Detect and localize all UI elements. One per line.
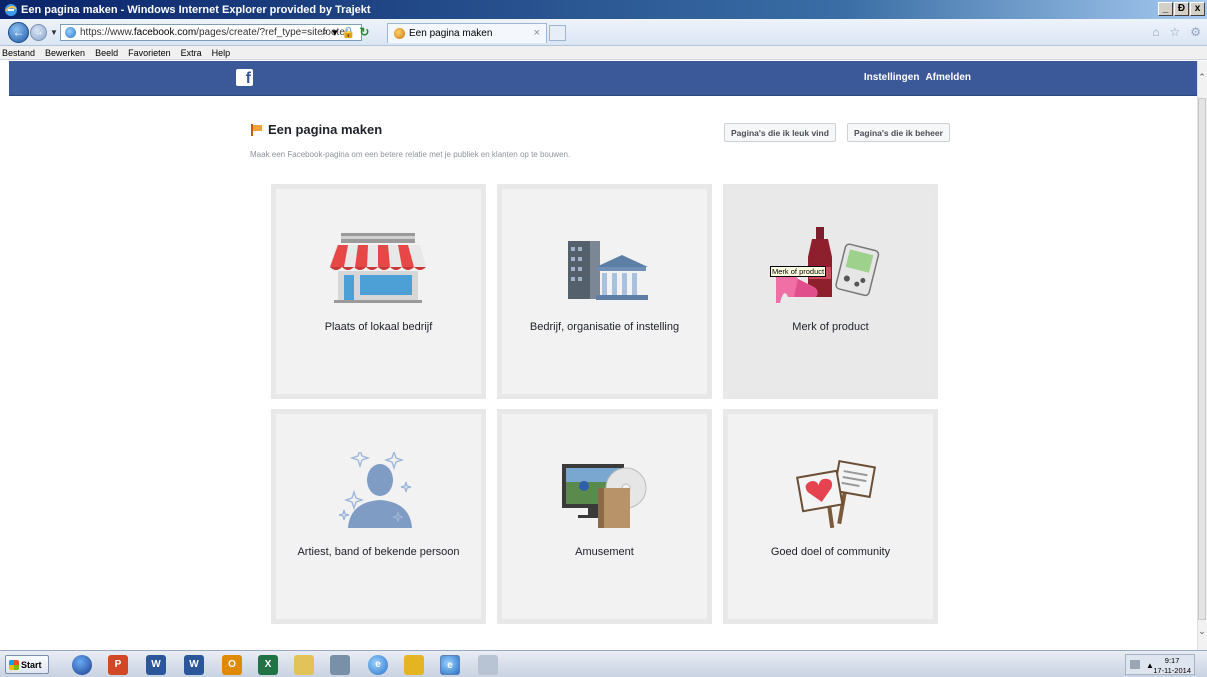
menu-item-bestand[interactable]: Bestand <box>2 48 35 58</box>
facebook-header: f Instellingen Afmelden <box>9 61 1197 96</box>
close-button[interactable]: x <box>1190 2 1205 16</box>
page-subtitle: Maak een Facebook-pagina om een betere r… <box>250 150 571 159</box>
device-icon[interactable] <box>330 655 350 675</box>
tray-clock[interactable]: 9:17 17-11-2014 <box>1153 656 1191 676</box>
entertainment-icon <box>562 464 647 528</box>
security-lock-icon[interactable] <box>404 655 424 675</box>
home-icon[interactable]: ⌂ <box>1152 25 1159 39</box>
menu-item-bewerken[interactable]: Bewerken <box>45 48 85 58</box>
start-button[interactable]: Start <box>5 655 49 674</box>
pages-i-like-button[interactable]: Pagina's die ik leuk vind <box>724 123 836 142</box>
refresh-icon[interactable]: ↻ <box>359 25 369 39</box>
history-dropdown-icon[interactable]: ▼ <box>50 28 58 37</box>
office-building-icon <box>568 241 648 300</box>
tab-close-icon[interactable]: × <box>534 27 540 39</box>
lock-icon[interactable]: 🔒 <box>342 26 356 39</box>
start-label: Start <box>21 659 42 670</box>
favorites-star-icon[interactable]: ☆ <box>1169 25 1180 39</box>
excel-icon[interactable]: X <box>258 655 278 675</box>
ie-active-window-icon[interactable]: e <box>440 655 460 675</box>
window-title: Een pagina maken - Windows Internet Expl… <box>21 3 371 16</box>
powerpoint-icon[interactable]: P <box>108 655 128 675</box>
scroll-up-icon[interactable]: ⌃ <box>1197 72 1207 83</box>
word-icon[interactable]: W <box>146 655 166 675</box>
new-tab-button[interactable] <box>549 25 566 41</box>
tools-gear-icon[interactable]: ⚙ <box>1190 25 1201 39</box>
heart-signs-icon <box>796 459 877 529</box>
word-icon-2[interactable]: W <box>184 655 204 675</box>
clock-date: 17-11-2014 <box>1153 666 1191 675</box>
tooltip: Merk of product <box>770 266 827 277</box>
products-icon <box>776 227 880 303</box>
page-viewport: f Instellingen Afmelden ⌃ ⌄ Een pagina m… <box>0 60 1207 650</box>
menu-item-favorieten[interactable]: Favorieten <box>128 48 171 58</box>
forward-button[interactable]: → <box>30 24 47 41</box>
category-label: Goed doel of community <box>770 546 891 558</box>
category-brand-product[interactable]: Merk of product <box>723 184 938 399</box>
scroll-down-icon[interactable]: ⌄ <box>1197 626 1207 637</box>
restore-button[interactable]: Ɖ <box>1174 2 1189 16</box>
tab-een-pagina-maken[interactable]: Een pagina maken × <box>387 23 547 43</box>
printer-icon[interactable] <box>1130 660 1140 669</box>
menu-item-beeld[interactable]: Beeld <box>95 48 118 58</box>
settings-link[interactable]: Instellingen <box>864 72 920 83</box>
window-controls: _ Ɖ x <box>1158 2 1205 16</box>
back-button[interactable]: ← <box>8 22 29 43</box>
dropdown-icon[interactable]: ▾ <box>332 26 338 39</box>
ie-taskbar-icon[interactable]: e <box>368 655 388 675</box>
category-label: Bedrijf, organisatie of instelling <box>529 321 680 333</box>
facebook-nav: Instellingen Afmelden <box>864 72 971 83</box>
category-artist-band-person[interactable]: Artiest, band of bekende persoon <box>271 409 486 624</box>
person-stars-icon <box>338 452 412 528</box>
address-tools: ⌕ ▾ 🔒 ↻ <box>322 25 369 39</box>
category-label: Merk of product <box>792 321 869 333</box>
facebook-logo-icon[interactable]: f <box>236 69 253 86</box>
storefront-icon <box>330 233 426 303</box>
address-text: https://www.facebook.com/pages/create/?r… <box>80 27 349 38</box>
category-label: Plaats of lokaal bedrijf <box>324 321 433 333</box>
page-title: Een pagina maken <box>268 122 383 137</box>
menu-item-help[interactable]: Help <box>212 48 231 58</box>
internet-explorer-icon <box>5 3 17 16</box>
scrollbar-thumb[interactable] <box>1198 98 1206 620</box>
system-tray: ▲ 9:17 17-11-2014 <box>1125 654 1195 675</box>
page-favicon-icon <box>65 27 76 38</box>
pages-i-manage-button[interactable]: Pagina's die ik beheer <box>847 123 950 142</box>
globe-app-icon[interactable] <box>72 655 92 675</box>
windows-logo-icon <box>9 659 19 670</box>
tab-title: Een pagina maken <box>409 28 493 39</box>
category-entertainment[interactable]: Amusement <box>497 409 712 624</box>
minimize-button[interactable]: _ <box>1158 2 1173 16</box>
category-label: Amusement <box>575 546 634 558</box>
search-icon[interactable]: ⌕ <box>322 26 328 39</box>
clock-time: 9:17 <box>1164 656 1180 665</box>
menu-bar: Bestand Bewerken Beeld Favorieten Extra … <box>0 46 1207 60</box>
category-local-business[interactable]: Plaats of lokaal bedrijf <box>271 184 486 399</box>
taskbar: Start P W W O X e e ▲ 9:17 17-11-2014 <box>0 650 1207 677</box>
outlook-icon[interactable]: O <box>222 655 242 675</box>
category-company-organization[interactable]: Bedrijf, organisatie of instelling <box>497 184 712 399</box>
folder-icon[interactable] <box>294 655 314 675</box>
flag-icon <box>250 123 263 136</box>
browser-navbar: ← → ▼ https://www.facebook.com/pages/cre… <box>0 19 1207 46</box>
category-cause-community[interactable]: Goed doel of community <box>723 409 938 624</box>
logout-link[interactable]: Afmelden <box>925 72 971 83</box>
window-titlebar: Een pagina maken - Windows Internet Expl… <box>0 0 1207 19</box>
address-bar[interactable]: https://www.facebook.com/pages/create/?r… <box>60 24 362 41</box>
page-heading: Een pagina maken <box>250 122 382 137</box>
tab-favicon-icon <box>394 28 405 39</box>
paint-icon[interactable] <box>478 655 498 675</box>
menu-item-extra[interactable]: Extra <box>181 48 202 58</box>
category-label: Artiest, band of bekende persoon <box>297 546 460 558</box>
browser-right-tools: ⌂ ☆ ⚙ <box>1152 25 1201 39</box>
